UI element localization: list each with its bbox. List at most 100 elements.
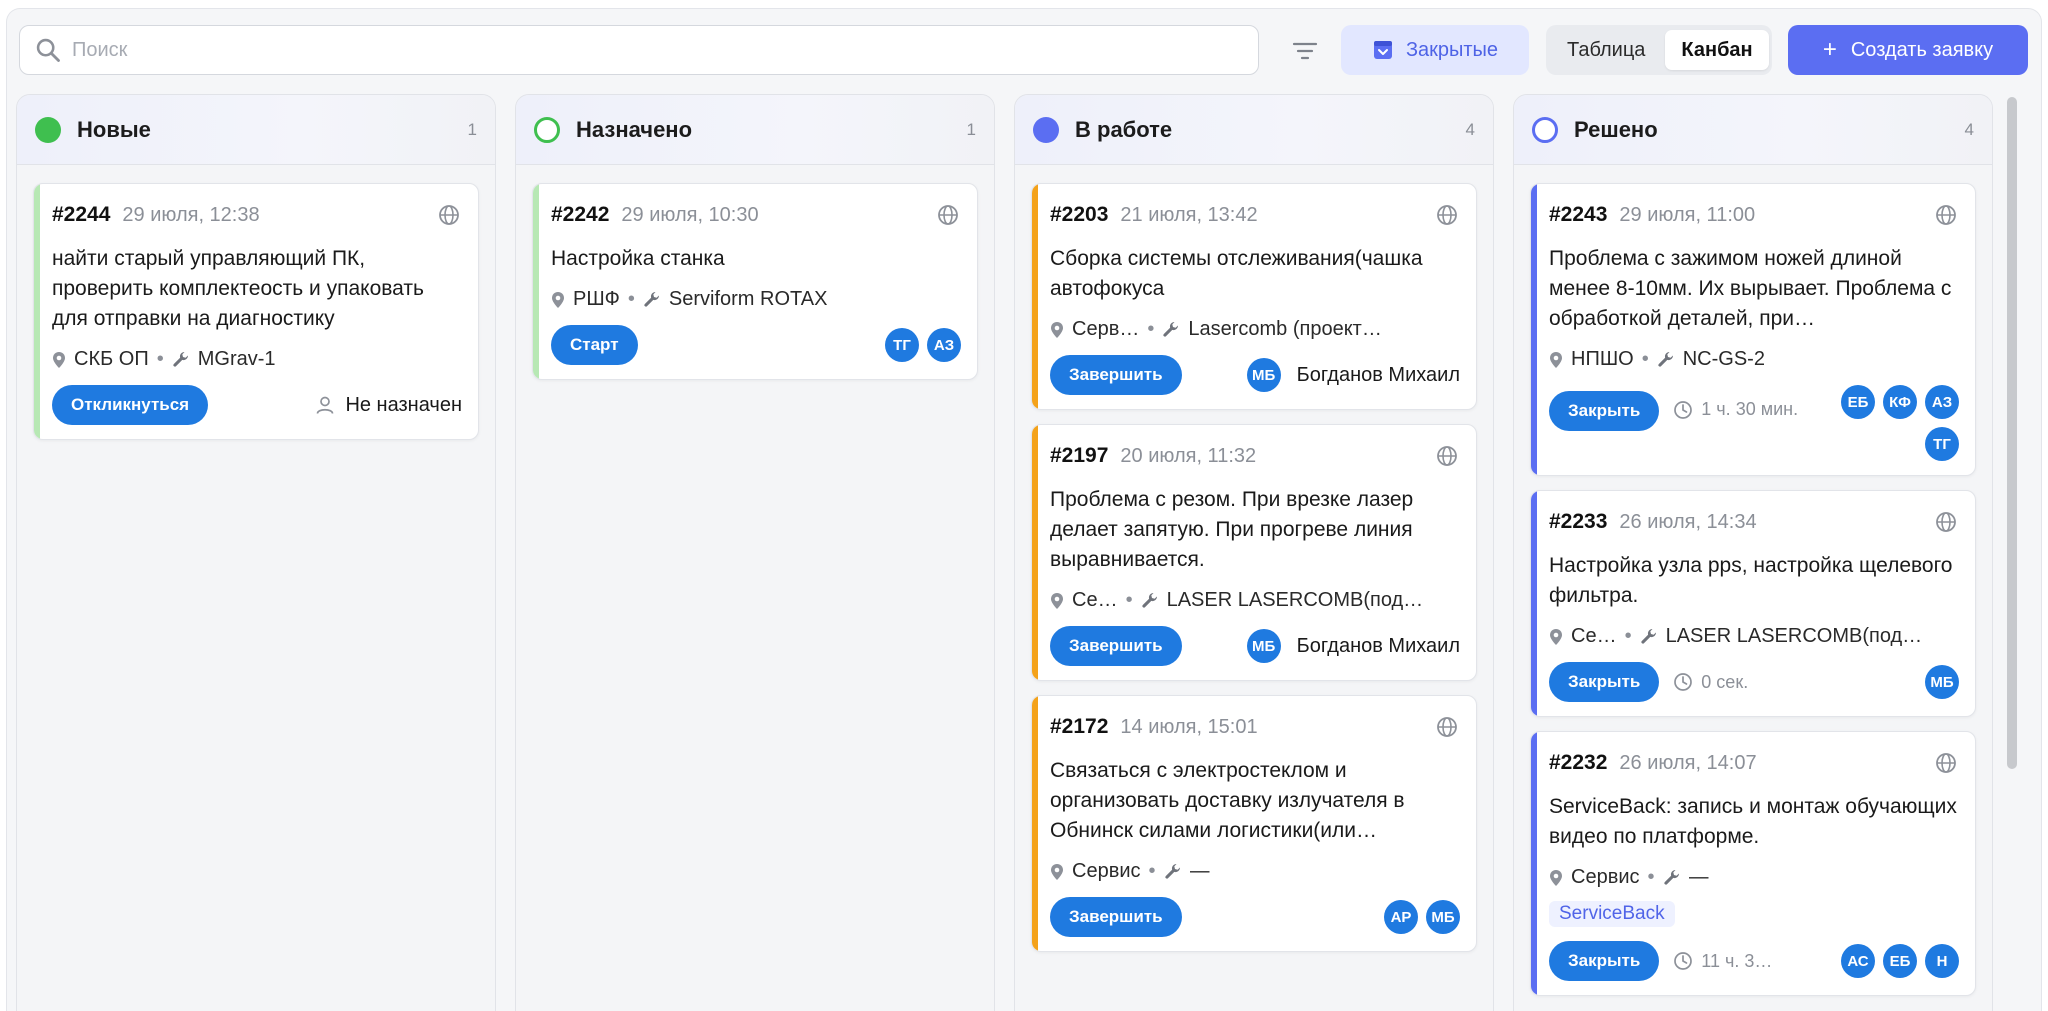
globe-icon[interactable] <box>436 202 462 228</box>
status-stripe <box>1531 184 1537 475</box>
column-header: В работе 4 <box>1015 95 1493 165</box>
elapsed-time: 11 ч. 3… <box>1673 951 1772 972</box>
close-ticket-button[interactable]: Закрыть <box>1549 941 1660 981</box>
ticket-location: Сервис <box>1571 866 1640 888</box>
close-ticket-button[interactable]: Закрыть <box>1549 391 1660 431</box>
view-toggle: Таблица Канбан <box>1546 25 1772 75</box>
ticket-meta: Серв… • Lasercomb (проект… <box>1050 318 1460 341</box>
avatar[interactable]: ТГ <box>885 328 919 362</box>
filter-button[interactable] <box>1283 31 1327 71</box>
ticket-card[interactable]: #2233 26 июля, 14:34 Настройка узла pps,… <box>1530 490 1976 717</box>
location-pin-icon <box>1549 628 1563 646</box>
avatar[interactable]: АР <box>1384 900 1418 934</box>
view-table-tab[interactable]: Таблица <box>1551 30 1661 70</box>
location-pin-icon <box>1549 351 1563 369</box>
finish-button[interactable]: Завершить <box>1050 626 1182 666</box>
ticket-tag[interactable]: ServiceBack <box>1549 901 1675 927</box>
ticket-date: 21 июля, 13:42 <box>1120 203 1258 226</box>
plus-icon: + <box>1822 36 1837 63</box>
close-ticket-button[interactable]: Закрыть <box>1549 662 1660 702</box>
create-request-button[interactable]: + Создать заявку <box>1788 25 2028 75</box>
ticket-card[interactable]: #2197 20 июля, 11:32 Проблема с резом. П… <box>1031 424 1477 681</box>
avatar[interactable]: АС <box>1841 944 1875 978</box>
ticket-card[interactable]: #2242 29 июля, 10:30 Настройка станка РШ… <box>532 183 978 380</box>
status-stripe <box>1032 425 1038 680</box>
ticket-date: 20 июля, 11:32 <box>1120 444 1257 467</box>
column-count: 4 <box>1465 119 1475 139</box>
globe-icon[interactable] <box>935 202 961 228</box>
ticket-card[interactable]: #2203 21 июля, 13:42 Сборка системы отсл… <box>1031 183 1477 410</box>
avatar[interactable]: АЗ <box>927 328 961 362</box>
ticket-equipment: Lasercomb (проект… <box>1188 318 1382 340</box>
location-pin-icon <box>52 351 66 369</box>
ticket-meta: Сервис • — <box>1549 866 1959 889</box>
assignee-name: Богданов Михаил <box>1296 363 1460 386</box>
avatar[interactable]: ТГ <box>1925 427 1959 461</box>
wrench-icon <box>172 351 190 369</box>
ticket-card[interactable]: #2172 14 июля, 15:01 Связаться с электро… <box>1031 695 1477 952</box>
avatar[interactable]: АЗ <box>1925 385 1959 419</box>
elapsed-time-value: 11 ч. 3… <box>1701 950 1773 971</box>
avatar[interactable]: ЕБ <box>1883 944 1917 978</box>
respond-button[interactable]: Откликнуться <box>52 385 209 425</box>
create-request-label: Создать заявку <box>1850 38 1994 61</box>
avatar[interactable]: МБ <box>1925 665 1959 699</box>
search-icon <box>36 38 60 62</box>
globe-icon[interactable] <box>1933 750 1959 776</box>
avatar[interactable]: МБ <box>1246 358 1281 392</box>
elapsed-time: 0 сек. <box>1673 672 1748 693</box>
column-title: Решено <box>1574 116 1658 142</box>
ticket-title: Сборка системы отслеживания(чашка автофо… <box>1050 247 1423 300</box>
wrench-icon <box>1657 351 1675 369</box>
ticket-number: #2197 <box>1050 444 1109 467</box>
location-pin-icon <box>1549 869 1563 887</box>
globe-icon[interactable] <box>1933 509 1959 535</box>
ticket-meta: РШФ • Serviform ROTAX <box>551 288 961 311</box>
elapsed-time-value: 1 ч. 30 мин. <box>1701 399 1799 419</box>
avatar[interactable]: МБ <box>1246 629 1281 663</box>
clock-icon <box>1674 400 1693 419</box>
ticket-location: Се… <box>1571 625 1617 647</box>
globe-icon[interactable] <box>1434 443 1460 469</box>
ticket-card[interactable]: #2243 29 июля, 11:00 Проблема с зажимом … <box>1530 183 1976 476</box>
status-dot-in-progress <box>1033 116 1059 143</box>
search-box[interactable] <box>19 25 1259 75</box>
finish-button[interactable]: Завершить <box>1050 897 1182 937</box>
ticket-location: НПШО <box>1571 348 1634 370</box>
globe-icon[interactable] <box>1933 202 1959 228</box>
view-kanban-tab[interactable]: Канбан <box>1665 30 1769 70</box>
avatar[interactable]: КФ <box>1883 385 1917 419</box>
ticket-number: #2233 <box>1549 510 1608 533</box>
avatar[interactable]: МБ <box>1426 900 1460 934</box>
ticket-location: СКБ ОП <box>74 348 149 370</box>
status-stripe <box>1531 732 1537 995</box>
start-button[interactable]: Старт <box>551 325 638 365</box>
assignee-avatars: ЕБ КФ АЗ ТГ <box>1837 385 1959 461</box>
globe-icon[interactable] <box>1434 202 1460 228</box>
ticket-card[interactable]: #2244 29 июля, 12:38 найти старый управл… <box>33 183 479 440</box>
wrench-icon <box>1640 628 1658 646</box>
ticket-title: ServiceBack: запись и монтаж обучающих в… <box>1549 795 1957 848</box>
avatar[interactable]: Н <box>1925 944 1959 978</box>
app-window: Закрытые Таблица Канбан + Создать заявку… <box>6 8 2042 1011</box>
finish-button[interactable]: Завершить <box>1050 355 1182 395</box>
location-pin-icon <box>1050 592 1064 610</box>
board-scrollbar[interactable] <box>2007 97 2017 769</box>
search-input[interactable] <box>72 38 1222 62</box>
wrench-icon <box>1663 869 1681 887</box>
globe-icon[interactable] <box>1434 714 1460 740</box>
avatar[interactable]: ЕБ <box>1841 385 1875 419</box>
assignee-name: Богданов Михаил <box>1296 634 1460 657</box>
ticket-number: #2244 <box>52 203 111 226</box>
column-title: В работе <box>1075 116 1173 142</box>
ticket-equipment: Serviform ROTAX <box>668 288 828 310</box>
ticket-card[interactable]: #2232 26 июля, 14:07 ServiceBack: запись… <box>1530 731 1976 996</box>
user-icon <box>317 396 334 414</box>
assignee-avatars: АР МБ <box>1384 900 1460 934</box>
closed-requests-button[interactable]: Закрытые <box>1341 25 1529 75</box>
column-count: 1 <box>467 119 477 139</box>
toolbar: Закрытые Таблица Канбан + Создать заявку <box>7 9 2041 95</box>
column-in-progress: В работе 4 #2203 21 июля, 13:42 Сборка с… <box>1014 94 1494 1011</box>
location-pin-icon <box>551 291 565 309</box>
status-dot-assigned <box>534 116 560 143</box>
